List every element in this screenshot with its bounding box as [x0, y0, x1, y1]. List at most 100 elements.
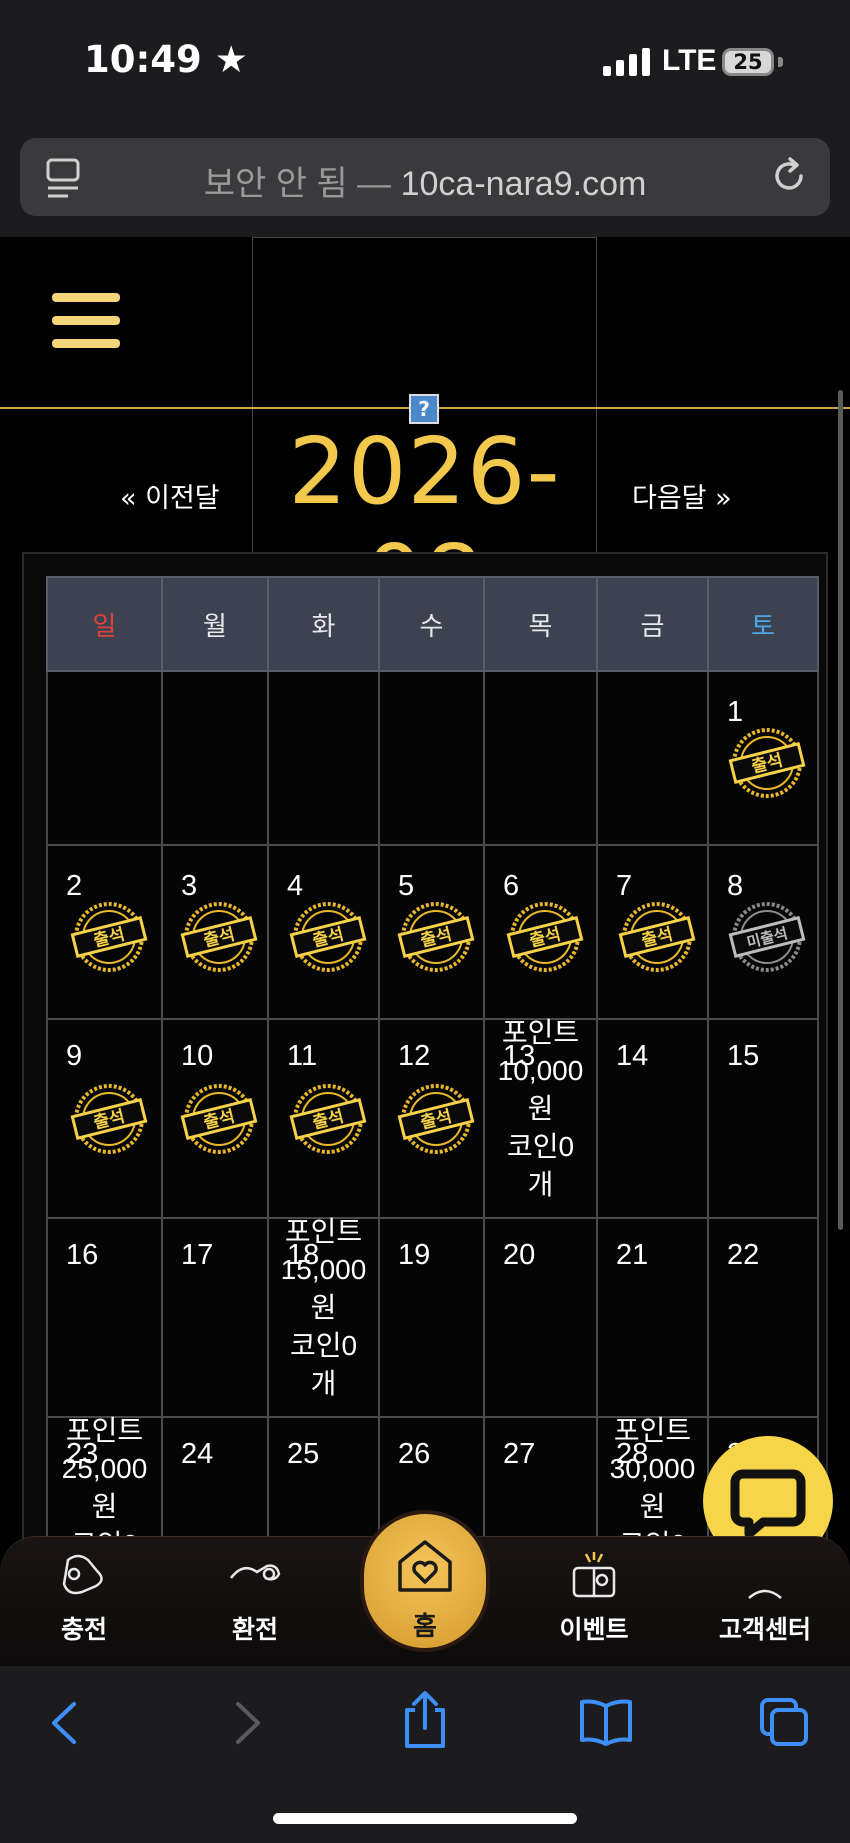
attendance-stamp-icon: 출석 — [506, 898, 584, 976]
calendar-day[interactable]: 20 — [483, 1217, 598, 1418]
home-indicator[interactable] — [273, 1813, 577, 1824]
calendar-day[interactable]: 12 출석 — [378, 1018, 485, 1219]
exchange-icon — [230, 1564, 281, 1581]
calendar-day[interactable]: 16 — [46, 1217, 163, 1418]
reward-note-line: 포인트 — [65, 1415, 144, 1446]
nav-exchange-label: 환전 — [231, 1615, 278, 1644]
reward-note-line: 개 — [527, 1169, 554, 1200]
calendar-day — [161, 670, 269, 846]
back-icon[interactable] — [46, 1700, 82, 1746]
day-number: 19 — [398, 1239, 431, 1271]
day-number: 12 — [398, 1040, 431, 1072]
calendar-week: 2 출석 3 출석 4 출석 5 출석 6 출석 7 출석 8 미출석 — [46, 844, 819, 1020]
reward-note: 포인트 15,000 원 코인0 개 — [261, 1213, 386, 1403]
reward-note-line: 25,000 — [61, 1453, 148, 1484]
attendance-stamp-icon: 출석 — [397, 1080, 475, 1158]
bookmarks-icon[interactable] — [578, 1698, 634, 1746]
calendar-day — [596, 670, 709, 846]
reward-note-line: 10,000 — [497, 1055, 584, 1086]
calendar-day[interactable]: 3 출석 — [161, 844, 269, 1020]
nav-support[interactable]: 고객센터 — [703, 1548, 827, 1646]
reward-note-line: 원 — [639, 1491, 666, 1522]
url-display[interactable]: 보안 안 됨 — 10ca-nara9.com — [0, 156, 850, 205]
calendar-day[interactable]: 21 — [596, 1217, 709, 1418]
calendar-day — [267, 670, 380, 846]
day-number: 15 — [727, 1040, 760, 1072]
weekday-1: 월 — [161, 576, 269, 672]
signal-icon — [603, 48, 650, 76]
calendar-day[interactable]: 4 출석 — [267, 844, 380, 1020]
support-icon — [748, 1589, 782, 1599]
weekday-5: 금 — [596, 576, 709, 672]
network-type: LTE — [662, 44, 717, 77]
reload-icon[interactable] — [770, 156, 810, 196]
calendar-day[interactable]: 6 출석 — [483, 844, 598, 1020]
day-number: 26 — [398, 1438, 431, 1470]
forward-icon[interactable] — [230, 1700, 266, 1746]
reward-note-line: 원 — [91, 1491, 118, 1522]
calendar-week: 9 출석 10 출석 11 출석 12 출석 13 포인트 10,000 원 코인0 개 14 15 — [46, 1017, 819, 1219]
day-number: 10 — [181, 1040, 214, 1072]
attendance-stamp-icon: 출석 — [397, 898, 475, 976]
menu-button[interactable] — [52, 290, 120, 352]
attendance-stamp-icon: 출석 — [289, 1080, 367, 1158]
calendar-day[interactable]: 2 출석 — [46, 844, 163, 1020]
share-icon[interactable] — [400, 1690, 450, 1750]
attendance-stamp-icon: 출석 — [728, 724, 806, 802]
day-number: 9 — [66, 1040, 83, 1072]
reward-note-line: 원 — [527, 1093, 554, 1124]
calendar-week: 1 출석 — [46, 670, 819, 846]
calendar-day[interactable]: 18 포인트 15,000 원 코인0 개 — [267, 1216, 380, 1418]
day-number: 16 — [66, 1239, 99, 1271]
calendar-day[interactable]: 19 — [378, 1217, 485, 1418]
calendar-day[interactable]: 7 출석 — [596, 844, 709, 1020]
day-number: 25 — [287, 1438, 320, 1470]
reward-note-line: 개 — [310, 1368, 337, 1399]
day-number: 27 — [503, 1438, 536, 1470]
attendance-stamp-icon: 출석 — [180, 1080, 258, 1158]
reward-note-line: 코인0 — [506, 1131, 575, 1162]
nav-exchange[interactable]: 환전 — [195, 1548, 315, 1646]
calendar-day[interactable]: 8 미출석 — [707, 844, 819, 1020]
star-icon: ★ — [214, 38, 248, 81]
nav-charge-label: 충전 — [60, 1615, 107, 1644]
calendar-day[interactable]: 15 — [707, 1018, 819, 1219]
calendar-day[interactable]: 11 출석 — [267, 1018, 380, 1219]
calendar-day[interactable]: 9 출석 — [46, 1018, 163, 1219]
calendar-day[interactable]: 13 포인트 10,000 원 코인0 개 — [483, 1017, 598, 1219]
attendance-stamp-icon: 출석 — [180, 898, 258, 976]
nav-charge[interactable]: 충전 — [24, 1548, 144, 1646]
calendar-day[interactable]: 1 출석 — [707, 670, 819, 846]
calendar-day — [378, 670, 485, 846]
reward-note-line: 15,000 — [280, 1254, 367, 1285]
attendance-stamp-icon: 출석 — [289, 898, 367, 976]
nav-event[interactable]: 이벤트 — [534, 1548, 654, 1646]
next-month-link[interactable]: 다음달 » — [632, 476, 732, 515]
battery-tip — [778, 57, 783, 67]
reward-note-line: 포인트 — [501, 1017, 580, 1048]
attendance-stamp-icon: 출석 — [618, 898, 696, 976]
weekday-3: 수 — [378, 576, 485, 672]
calendar-day[interactable]: 17 — [161, 1217, 269, 1418]
day-number: 24 — [181, 1438, 214, 1470]
nav-home[interactable]: 홈 — [360, 1510, 490, 1652]
scrollbar[interactable] — [838, 390, 843, 1230]
calendar-day[interactable]: 10 출석 — [161, 1018, 269, 1219]
day-number: 17 — [181, 1239, 214, 1271]
day-number: 22 — [727, 1239, 760, 1271]
tabs-icon[interactable] — [758, 1696, 810, 1748]
attendance-stamp-icon: 출석 — [70, 1080, 148, 1158]
status-time: 10:49 ★ — [84, 38, 248, 81]
reward-note: 포인트 10,000 원코인0 개 — [477, 1014, 604, 1204]
calendar-day[interactable]: 5 출석 — [378, 844, 485, 1020]
absence-stamp-icon: 미출석 — [728, 898, 806, 976]
calendar-day[interactable]: 22 — [707, 1217, 819, 1418]
calendar-day[interactable]: 14 — [596, 1018, 709, 1219]
home-icon — [398, 1540, 452, 1592]
nav-event-label: 이벤트 — [559, 1615, 629, 1644]
prev-month-link[interactable]: « 이전달 — [120, 476, 220, 515]
day-number: 21 — [616, 1239, 649, 1271]
nav-support-label: 고객센터 — [718, 1615, 811, 1644]
calendar-day — [46, 670, 163, 846]
day-number: 11 — [287, 1040, 318, 1072]
